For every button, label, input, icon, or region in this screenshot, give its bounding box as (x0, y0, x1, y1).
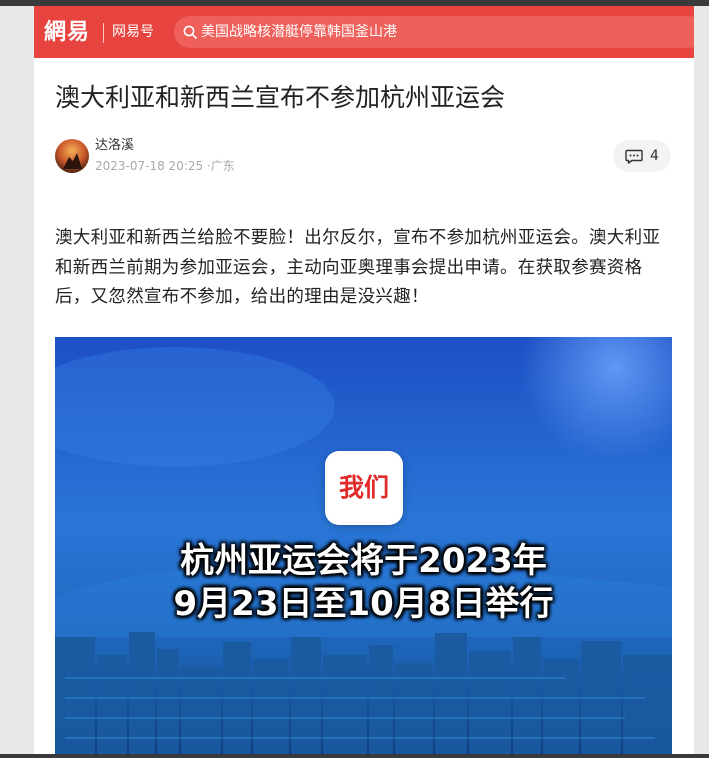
publish-location: ·广东 (206, 159, 235, 173)
search-bar[interactable]: 美国战略核潜艇停靠韩国釜山港 (174, 16, 694, 48)
netease-logo[interactable]: 網易 (44, 16, 90, 48)
search-query-text: 美国战略核潜艇停靠韩国釜山港 (201, 24, 397, 40)
article-title: 澳大利亚和新西兰宣布不参加杭州亚运会 (55, 83, 506, 112)
window-bottom-bar (0, 754, 709, 758)
comment-button[interactable]: 4 (613, 140, 671, 172)
image-caption-line-2: 9月23日至10月8日举行 (173, 584, 554, 624)
comment-count: 4 (650, 148, 659, 164)
publish-date: 2023-07-18 20:25 (95, 159, 204, 173)
site-header: 網易 网易号 美国战略核潜艇停靠韩国釜山港 (34, 6, 694, 58)
author-avatar[interactable] (55, 139, 89, 173)
app-logo-text: 我们 (338, 473, 389, 502)
comment-icon (625, 149, 643, 164)
channel-link[interactable]: 网易号 (112, 20, 154, 44)
author-name[interactable]: 达洛溪 (95, 137, 134, 155)
article-body: 澳大利亚和新西兰给脸不要脸！出尔反尔，宣布不参加杭州亚运会。澳大利亚和新西兰前期… (55, 228, 661, 307)
article-page: 網易 网易号 美国战略核潜艇停靠韩国釜山港 澳大利亚和新西兰宣布不参加杭州亚运会 (34, 6, 694, 754)
search-icon (183, 25, 197, 39)
image-caption-line-1: 杭州亚运会将于2023年 (180, 541, 547, 581)
article-meta: 2023-07-18 20:25 ·广东 (95, 158, 235, 174)
article-image[interactable]: 我们 杭州亚运会将于2023年 9月23日至10月8日举行 (55, 337, 672, 754)
app-logo: 我们 (325, 451, 403, 525)
header-divider (103, 23, 104, 43)
